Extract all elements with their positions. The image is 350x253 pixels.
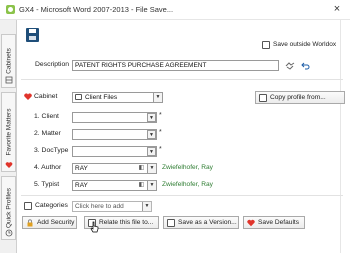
relate-file-label: Relate this file to... bbox=[99, 219, 154, 226]
cabinet-folder-icon bbox=[75, 94, 82, 100]
description-input[interactable]: PATENT RIGHTS PURCHASE AGREEMENT bbox=[72, 60, 279, 71]
save-outside-worldox[interactable]: Save outside Worldox bbox=[262, 39, 336, 50]
lookup-icon[interactable]: ◧ bbox=[137, 181, 146, 190]
doctype-required: * bbox=[159, 146, 162, 153]
undo-icon[interactable] bbox=[301, 61, 310, 70]
categories-placeholder: Click here to add bbox=[75, 203, 124, 210]
copy-profile-label: Copy profile from... bbox=[270, 94, 326, 101]
copy-icon bbox=[259, 93, 267, 102]
save-icon[interactable] bbox=[26, 28, 39, 42]
lock-icon bbox=[27, 218, 33, 226]
save-outside-label: Save outside Worldox bbox=[273, 41, 337, 48]
author-dropdown-icon[interactable]: ▼ bbox=[147, 164, 156, 173]
client-dropdown-icon[interactable]: ▼ bbox=[147, 113, 156, 122]
heart-icon bbox=[247, 219, 255, 226]
typist-value: RAY bbox=[75, 182, 88, 189]
divider bbox=[21, 195, 343, 196]
version-icon bbox=[167, 218, 175, 227]
chevron-down-icon[interactable]: ▼ bbox=[142, 202, 151, 211]
client-input[interactable] bbox=[72, 112, 157, 123]
tab-favorite-matters[interactable]: Favorite Matters bbox=[1, 92, 16, 172]
app-icon bbox=[6, 5, 15, 14]
tab-cabinets[interactable]: Cabinets bbox=[1, 34, 16, 88]
lookup-icon[interactable]: ◧ bbox=[137, 164, 146, 173]
field-label-doctype: 3. DocType bbox=[34, 147, 69, 154]
favorite-heart-icon[interactable] bbox=[24, 93, 32, 100]
tab-quick-profiles-label: Quick Profiles bbox=[5, 187, 12, 229]
save-defaults-label: Save Defaults bbox=[258, 219, 300, 226]
tab-cabinets-label: Cabinets bbox=[5, 48, 12, 74]
cabinet-select[interactable]: Client Files ▼ bbox=[72, 92, 163, 103]
copy-profile-button[interactable]: Copy profile from... bbox=[255, 91, 345, 104]
matter-required: * bbox=[159, 129, 162, 136]
cabinet-value: Client Files bbox=[85, 94, 118, 101]
chevron-down-icon[interactable]: ▼ bbox=[153, 93, 162, 102]
clock-icon bbox=[5, 229, 13, 237]
matter-input[interactable] bbox=[72, 129, 157, 140]
author-description: Zwiefelhofer, Ray bbox=[162, 164, 213, 171]
categories-label: Categories bbox=[35, 202, 68, 209]
save-as-version-label: Save as a Version... bbox=[178, 219, 237, 226]
save-outside-icon bbox=[262, 40, 270, 49]
window-title: GX4 - Microsoft Word 2007-2013 - File Sa… bbox=[19, 5, 174, 14]
close-icon[interactable]: × bbox=[331, 3, 343, 15]
save-as-version-button[interactable]: Save as a Version... bbox=[163, 216, 239, 229]
cabinet-icon bbox=[5, 76, 13, 84]
typist-description: Zwiefelhofer, Ray bbox=[162, 181, 213, 188]
add-security-button[interactable]: Add Security bbox=[22, 216, 77, 229]
matter-dropdown-icon[interactable]: ▼ bbox=[147, 130, 156, 139]
mouse-cursor-icon bbox=[90, 221, 99, 233]
field-label-matter: 2. Matter bbox=[34, 130, 61, 137]
field-label-author: 4. Author bbox=[34, 164, 62, 171]
field-label-client: 1. Client bbox=[34, 113, 59, 120]
file-save-panel: Save outside Worldox Description PATENT … bbox=[17, 20, 350, 253]
add-security-label: Add Security bbox=[37, 219, 75, 226]
title-bar: GX4 - Microsoft Word 2007-2013 - File Sa… bbox=[0, 0, 350, 20]
save-defaults-button[interactable]: Save Defaults bbox=[243, 216, 305, 229]
heart-icon bbox=[5, 162, 13, 168]
handshake-icon[interactable] bbox=[285, 61, 295, 70]
doctype-input[interactable] bbox=[72, 146, 157, 157]
tab-quick-profiles[interactable]: Quick Profiles bbox=[1, 176, 16, 240]
cabinet-label: Cabinet bbox=[34, 93, 58, 100]
sidebar: Cabinets Favorite Matters Quick Profiles bbox=[0, 20, 17, 253]
description-label: Description bbox=[35, 61, 69, 68]
divider bbox=[21, 79, 343, 80]
doctype-dropdown-icon[interactable]: ▼ bbox=[147, 147, 156, 156]
typist-dropdown-icon[interactable]: ▼ bbox=[147, 181, 156, 190]
categories-input[interactable]: Click here to add ▼ bbox=[72, 201, 152, 212]
typist-input[interactable]: RAY ◧ ▼ bbox=[72, 180, 157, 191]
client-required: * bbox=[159, 112, 162, 119]
author-input[interactable]: RAY ◧ ▼ bbox=[72, 163, 157, 174]
categories-icon bbox=[24, 202, 32, 210]
tab-favorite-matters-label: Favorite Matters bbox=[5, 108, 12, 156]
author-value: RAY bbox=[75, 165, 88, 172]
field-label-typist: 5. Typist bbox=[34, 181, 60, 188]
